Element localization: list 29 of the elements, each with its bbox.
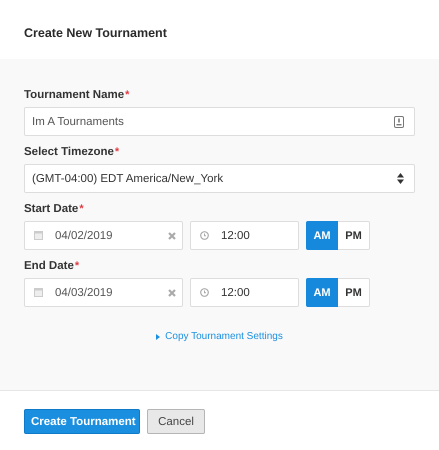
required-mark: * [114,146,120,158]
field-label: Select Timezone [24,146,114,158]
clock-icon [200,231,209,240]
clear-icon [168,232,176,240]
meridiem-toggle[interactable]: AM [306,278,338,307]
contact-card-icon [394,116,404,128]
field-label: Tournament Name [24,89,124,101]
caret-icon [156,334,160,340]
required-mark: * [125,89,130,101]
timezone-select[interactable]: (GMT-04:00) EDT America/New_York [24,164,415,193]
meridiem-toggle[interactable]: AM [306,221,338,250]
sort-arrows-icon [397,173,404,184]
date-field[interactable]: 04/03/2019 [24,278,183,307]
field-label: Start Date [24,203,78,215]
required-mark: * [79,203,84,215]
clock-icon [200,288,209,297]
text-field[interactable]: Im A Tournaments [24,107,415,136]
calendar-icon [34,288,43,297]
calendar-icon [34,231,43,240]
clear-icon [168,288,176,296]
date-field[interactable]: 04/02/2019 [24,221,183,250]
cancel-button[interactable]: Cancel [147,409,205,434]
dialog-title: Create New Tournament [24,26,167,40]
meridiem-toggle[interactable]: PM [338,221,370,250]
required-mark: * [74,260,80,272]
time-field[interactable]: 12:00 [190,221,299,250]
time-field[interactable]: 12:00 [190,278,299,307]
field-label: End Date [24,260,74,272]
meridiem-toggle[interactable]: PM [338,278,370,307]
